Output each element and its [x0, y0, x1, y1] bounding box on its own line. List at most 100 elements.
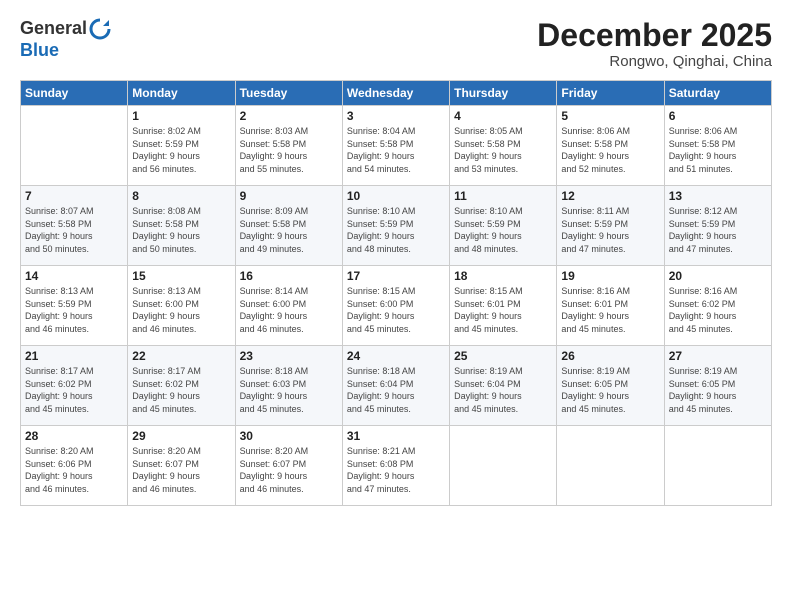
calendar-cell: 24Sunrise: 8:18 AM Sunset: 6:04 PM Dayli…	[342, 346, 449, 426]
calendar-cell: 29 Sunrise: 8:20 AM Sunset: 6:07 PM Dayli…	[128, 426, 235, 506]
calendar-cell: 8 Sunrise: 8:08 AM Sunset: 5:58 PM Daylig…	[128, 186, 235, 266]
day-info: Sunrise: 8:13 AM Sunset: 6:00 PM Dayligh…	[132, 285, 230, 335]
location: Rongwo, Qinghai, China	[537, 53, 772, 70]
calendar-cell: 7 Sunrise: 8:07 AM Sunset: 5:58 PM Daylig…	[21, 186, 128, 266]
week-row-5: 28Sunrise: 8:20 AM Sunset: 6:06 PM Dayli…	[21, 426, 772, 506]
calendar-cell: 1 Sunrise: 8:02 AM Sunset: 5:59 PM Daylig…	[128, 106, 235, 186]
calendar-cell: 22Sunrise: 8:17 AM Sunset: 6:02 PM Dayli…	[128, 346, 235, 426]
calendar-cell: 23 Sunrise: 8:18 AM Sunset: 6:03 PM Dayli…	[235, 346, 342, 426]
day-number: 20	[669, 269, 767, 283]
weekday-header-tuesday: Tuesday	[235, 81, 342, 106]
day-number: 19	[561, 269, 659, 283]
day-number: 31	[347, 429, 445, 443]
calendar-cell: 3 Sunrise: 8:04 AM Sunset: 5:58 PM Daylig…	[342, 106, 449, 186]
day-number: 1	[132, 109, 230, 123]
calendar-cell: 2Sunrise: 8:03 AM Sunset: 5:58 PM Daylig…	[235, 106, 342, 186]
day-info: Sunrise: 8:05 AM Sunset: 5:58 PM Dayligh…	[454, 125, 552, 175]
day-number: 29	[132, 429, 230, 443]
day-info: Sunrise: 8:02 AM Sunset: 5:59 PM Dayligh…	[132, 125, 230, 175]
weekday-header-saturday: Saturday	[664, 81, 771, 106]
day-info: Sunrise: 8:03 AM Sunset: 5:58 PM Dayligh…	[240, 125, 338, 175]
day-info: Sunrise: 8:17 AM Sunset: 6:02 PM Dayligh…	[25, 365, 123, 415]
calendar-table: SundayMondayTuesdayWednesdayThursdayFrid…	[20, 80, 772, 506]
day-number: 11	[454, 189, 552, 203]
day-info: Sunrise: 8:16 AM Sunset: 6:01 PM Dayligh…	[561, 285, 659, 335]
day-number: 23	[240, 349, 338, 363]
calendar-cell: 26 Sunrise: 8:19 AM Sunset: 6:05 PM Dayli…	[557, 346, 664, 426]
weekday-header-wednesday: Wednesday	[342, 81, 449, 106]
week-row-2: 7 Sunrise: 8:07 AM Sunset: 5:58 PM Daylig…	[21, 186, 772, 266]
day-info: Sunrise: 8:06 AM Sunset: 5:58 PM Dayligh…	[561, 125, 659, 175]
day-number: 14	[25, 269, 123, 283]
day-number: 13	[669, 189, 767, 203]
day-number: 9	[240, 189, 338, 203]
day-info: Sunrise: 8:19 AM Sunset: 6:05 PM Dayligh…	[561, 365, 659, 415]
day-number: 17	[347, 269, 445, 283]
calendar-cell: 17 Sunrise: 8:15 AM Sunset: 6:00 PM Dayli…	[342, 266, 449, 346]
logo-general: General	[20, 18, 87, 40]
day-info: Sunrise: 8:19 AM Sunset: 6:05 PM Dayligh…	[669, 365, 767, 415]
calendar-cell: 25 Sunrise: 8:19 AM Sunset: 6:04 PM Dayli…	[450, 346, 557, 426]
day-number: 25	[454, 349, 552, 363]
day-number: 30	[240, 429, 338, 443]
day-info: Sunrise: 8:16 AM Sunset: 6:02 PM Dayligh…	[669, 285, 767, 335]
day-info: Sunrise: 8:11 AM Sunset: 5:59 PM Dayligh…	[561, 205, 659, 255]
month-title: December 2025	[537, 18, 772, 53]
day-info: Sunrise: 8:12 AM Sunset: 5:59 PM Dayligh…	[669, 205, 767, 255]
calendar-cell: 10Sunrise: 8:10 AM Sunset: 5:59 PM Dayli…	[342, 186, 449, 266]
calendar-cell: 28Sunrise: 8:20 AM Sunset: 6:06 PM Dayli…	[21, 426, 128, 506]
weekday-header-sunday: Sunday	[21, 81, 128, 106]
day-info: Sunrise: 8:17 AM Sunset: 6:02 PM Dayligh…	[132, 365, 230, 415]
day-info: Sunrise: 8:08 AM Sunset: 5:58 PM Dayligh…	[132, 205, 230, 255]
calendar-cell: 5 Sunrise: 8:06 AM Sunset: 5:58 PM Daylig…	[557, 106, 664, 186]
calendar-cell: 30Sunrise: 8:20 AM Sunset: 6:07 PM Dayli…	[235, 426, 342, 506]
day-info: Sunrise: 8:04 AM Sunset: 5:58 PM Dayligh…	[347, 125, 445, 175]
week-row-1: 1 Sunrise: 8:02 AM Sunset: 5:59 PM Daylig…	[21, 106, 772, 186]
calendar-cell: 27 Sunrise: 8:19 AM Sunset: 6:05 PM Dayli…	[664, 346, 771, 426]
calendar-cell: 20 Sunrise: 8:16 AM Sunset: 6:02 PM Dayli…	[664, 266, 771, 346]
day-number: 7	[25, 189, 123, 203]
day-number: 3	[347, 109, 445, 123]
week-row-3: 14 Sunrise: 8:13 AM Sunset: 5:59 PM Dayli…	[21, 266, 772, 346]
day-info: Sunrise: 8:07 AM Sunset: 5:58 PM Dayligh…	[25, 205, 123, 255]
day-info: Sunrise: 8:13 AM Sunset: 5:59 PM Dayligh…	[25, 285, 123, 335]
day-number: 24	[347, 349, 445, 363]
day-info: Sunrise: 8:20 AM Sunset: 6:07 PM Dayligh…	[132, 445, 230, 495]
calendar-cell: 15 Sunrise: 8:13 AM Sunset: 6:00 PM Dayli…	[128, 266, 235, 346]
day-info: Sunrise: 8:20 AM Sunset: 6:06 PM Dayligh…	[25, 445, 123, 495]
day-number: 5	[561, 109, 659, 123]
day-info: Sunrise: 8:18 AM Sunset: 6:03 PM Dayligh…	[240, 365, 338, 415]
day-info: Sunrise: 8:10 AM Sunset: 5:59 PM Dayligh…	[347, 205, 445, 255]
day-info: Sunrise: 8:06 AM Sunset: 5:58 PM Dayligh…	[669, 125, 767, 175]
calendar-cell: 14 Sunrise: 8:13 AM Sunset: 5:59 PM Dayli…	[21, 266, 128, 346]
weekday-header-thursday: Thursday	[450, 81, 557, 106]
calendar-cell: 6 Sunrise: 8:06 AM Sunset: 5:58 PM Daylig…	[664, 106, 771, 186]
day-number: 26	[561, 349, 659, 363]
day-number: 12	[561, 189, 659, 203]
day-info: Sunrise: 8:19 AM Sunset: 6:04 PM Dayligh…	[454, 365, 552, 415]
day-info: Sunrise: 8:21 AM Sunset: 6:08 PM Dayligh…	[347, 445, 445, 495]
day-info: Sunrise: 8:10 AM Sunset: 5:59 PM Dayligh…	[454, 205, 552, 255]
calendar-cell: 19 Sunrise: 8:16 AM Sunset: 6:01 PM Dayli…	[557, 266, 664, 346]
calendar-cell: 12 Sunrise: 8:11 AM Sunset: 5:59 PM Dayli…	[557, 186, 664, 266]
day-number: 8	[132, 189, 230, 203]
day-number: 6	[669, 109, 767, 123]
weekday-header-friday: Friday	[557, 81, 664, 106]
logo-icon	[89, 18, 111, 40]
calendar-cell: 21Sunrise: 8:17 AM Sunset: 6:02 PM Dayli…	[21, 346, 128, 426]
day-number: 4	[454, 109, 552, 123]
calendar-cell: 31 Sunrise: 8:21 AM Sunset: 6:08 PM Dayli…	[342, 426, 449, 506]
day-info: Sunrise: 8:15 AM Sunset: 6:01 PM Dayligh…	[454, 285, 552, 335]
day-info: Sunrise: 8:15 AM Sunset: 6:00 PM Dayligh…	[347, 285, 445, 335]
calendar-cell: 16Sunrise: 8:14 AM Sunset: 6:00 PM Dayli…	[235, 266, 342, 346]
weekday-header-monday: Monday	[128, 81, 235, 106]
calendar-cell	[450, 426, 557, 506]
week-row-4: 21Sunrise: 8:17 AM Sunset: 6:02 PM Dayli…	[21, 346, 772, 426]
day-info: Sunrise: 8:14 AM Sunset: 6:00 PM Dayligh…	[240, 285, 338, 335]
day-number: 27	[669, 349, 767, 363]
day-number: 18	[454, 269, 552, 283]
calendar-cell: 18 Sunrise: 8:15 AM Sunset: 6:01 PM Dayli…	[450, 266, 557, 346]
logo: General Blue	[20, 18, 111, 62]
day-number: 15	[132, 269, 230, 283]
calendar-cell	[21, 106, 128, 186]
